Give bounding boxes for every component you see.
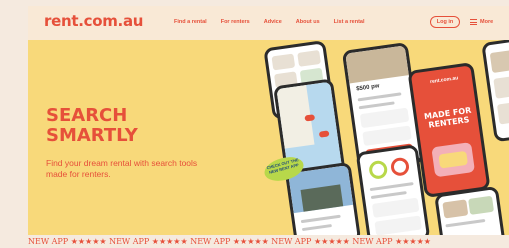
hero-subtitle: Find your dream rental with search tools…	[46, 158, 198, 179]
more-label: More	[480, 19, 494, 25]
site-logo[interactable]: rent.com.au	[44, 12, 143, 30]
nav-link-list-rental[interactable]: List a rental	[334, 19, 365, 25]
more-menu-button[interactable]: More	[470, 19, 493, 25]
new-app-marquee: NEW APP ★★★★★ NEW APP ★★★★★ NEW APP ★★★★…	[28, 236, 509, 248]
hamburger-menu-icon	[470, 19, 477, 25]
phone-logo: rent.com.au	[429, 75, 459, 86]
nav-link-about-us[interactable]: About us	[296, 19, 320, 25]
phone-title: MADE FOR RENTERS	[423, 105, 472, 130]
nav-link-find-rental[interactable]: Find a rental	[174, 19, 207, 25]
phone-mockup-search-results	[434, 185, 506, 235]
nav-link-advice[interactable]: Advice	[264, 19, 282, 25]
listing-price: $500 pw	[355, 83, 380, 93]
hero-title-line1: SEARCH	[46, 105, 128, 126]
hero-banner: SEARCH SMARTLY Find your dream rental wi…	[28, 40, 509, 235]
nav-links: Find a rental For renters Advice About u…	[174, 19, 365, 25]
top-navigation: rent.com.au Find a rental For renters Ad…	[28, 6, 509, 40]
phone-mockup-right-edge	[481, 40, 509, 143]
nav-link-for-renters[interactable]: For renters	[221, 19, 250, 25]
login-button[interactable]: Log in	[430, 16, 460, 28]
hero-title-line2: SMARTLY	[46, 125, 138, 146]
hero-title: SEARCH SMARTLY	[46, 106, 138, 146]
